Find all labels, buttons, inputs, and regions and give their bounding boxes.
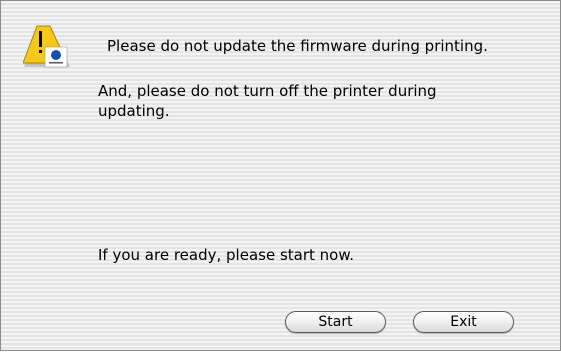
warning-message-firmware: Please do not update the firmware during… bbox=[107, 37, 488, 55]
start-button[interactable]: Start bbox=[285, 311, 386, 333]
caution-triangle-icon bbox=[23, 25, 70, 68]
ready-prompt: If you are ready, please start now. bbox=[98, 246, 354, 264]
firmware-update-dialog: Please do not update the firmware during… bbox=[0, 0, 561, 351]
exit-button[interactable]: Exit bbox=[413, 311, 514, 333]
warning-message-power: And, please do not turn off the printer … bbox=[98, 82, 437, 120]
